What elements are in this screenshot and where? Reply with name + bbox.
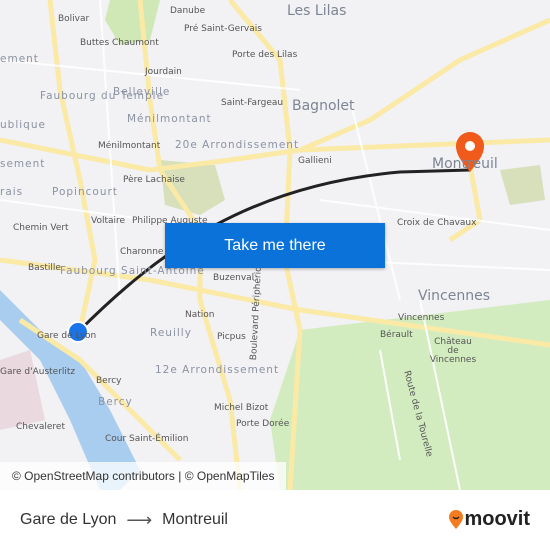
map-label: Picpus [217,332,246,342]
map-label: Bolivar [58,14,90,24]
map-label: Pré Saint-Gervais [184,24,262,34]
map-label: Gare de Lyon [37,331,97,341]
map-label: Porte Dorée [236,419,290,429]
city-label: Bagnolet [292,98,355,114]
map-label: Gare d'Austerlitz [0,367,76,377]
district-label: Reuilly [150,327,192,339]
city-label: Vincennes [418,288,490,304]
map-label: Chevaleret [16,422,65,432]
district-label: 20e Arrondissement [175,139,300,151]
map-label: Charonne [120,247,164,257]
district-label: rais [0,186,24,198]
district-label: Faubourg du Temple [40,90,165,102]
map-label: Bercy [96,376,122,386]
map-label: Porte des Lilas [232,50,298,60]
map-label: Cour Saint-Émilion [105,434,189,444]
map-label: Jourdain [145,67,182,77]
map-label: Voltaire [91,216,126,226]
district-label: Belleville [113,86,171,98]
map-label: Bastille [28,263,61,273]
map-label: Saint-Fargeau [221,98,284,108]
map[interactable]: Bolivar Danube Pré Saint-Gervais Buttes … [0,0,550,490]
map-label: Nation [185,310,215,320]
district-label: Bercy [98,396,133,408]
map-label: Ménilmontant [98,141,161,151]
map-label: Vincennes [398,313,445,323]
map-label: Bérault [380,330,413,340]
map-label: Château de Vincennes [429,337,477,365]
city-label: Les Lilas [287,3,347,19]
district-label: Popincourt [52,186,118,198]
take-me-there-button[interactable]: Take me there [165,223,385,268]
map-label: Chemin Vert [13,223,69,233]
footer: Gare de Lyon ⟶ Montreuil moovit [0,490,550,550]
district-label: ement [0,53,39,65]
moovit-wordmark: moovit [464,508,530,530]
map-label: Croix de Chavaux [397,218,477,228]
moovit-logo: moovit [448,508,530,531]
map-label: Gallieni [298,156,332,166]
map-attribution[interactable]: © OpenStreetMap contributors | © OpenMap… [0,462,287,490]
origin-name: Gare de Lyon [20,511,117,528]
district-label: 12e Arrondissement [155,364,280,376]
district-label: Faubourg Saint-Antoine [60,265,205,277]
map-label: Michel Bizot [214,403,269,413]
destination-name: Montreuil [162,511,228,528]
moovit-pin-icon [449,509,464,529]
district-label: ublique [0,119,46,131]
district-label: sement [0,158,46,170]
city-label: Montreuil [432,156,498,172]
district-label: Ménilmontant [127,113,212,125]
map-label: Père Lachaise [123,175,185,185]
map-label: Danube [170,6,206,16]
map-label: Buzenval [213,273,255,283]
map-label: Buttes Chaumont [80,38,159,48]
arrow-right-icon: ⟶ [126,509,153,530]
